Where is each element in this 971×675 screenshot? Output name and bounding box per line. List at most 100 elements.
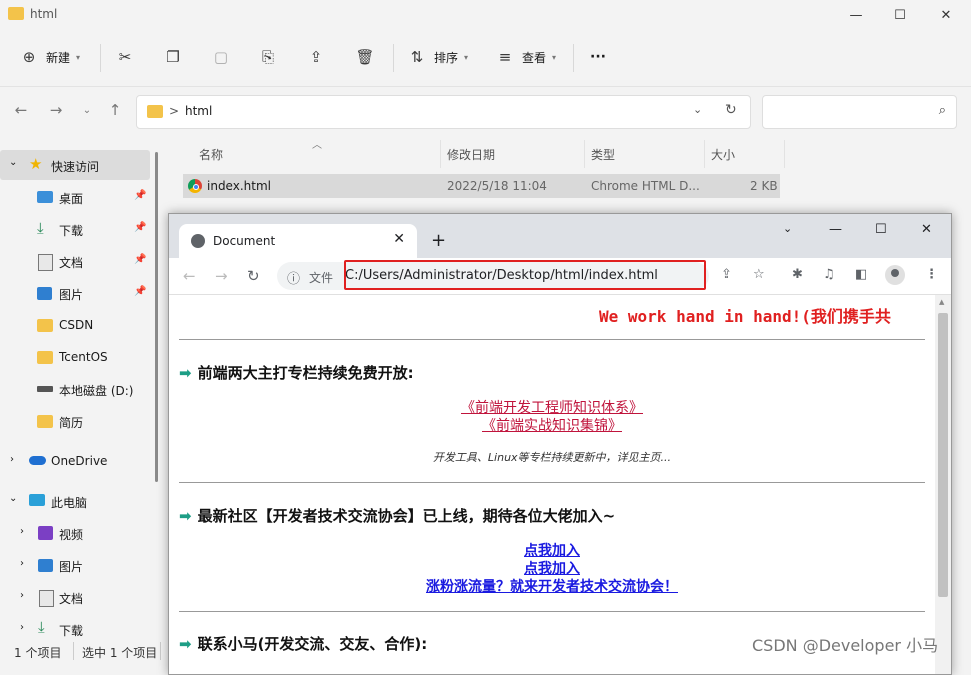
section-heading-columns: ➡ 前端两大主打专栏持续免费开放:: [179, 362, 414, 383]
sidebar-item-pc-documents[interactable]: › 文档: [0, 582, 150, 612]
chrome-close-button[interactable]: ✕: [921, 222, 932, 237]
sidebar-item-quick-access[interactable]: ⌄ ★ 快速访问: [0, 150, 150, 180]
sidebar-item-desktop[interactable]: 桌面 📌: [37, 182, 152, 212]
share-icon[interactable]: ⇪: [721, 267, 732, 282]
menu-icon[interactable]: ⋮: [925, 267, 938, 282]
chevron-right-icon: ›: [10, 454, 14, 465]
search-input[interactable]: ⌕: [762, 95, 957, 129]
url-highlight-box: [344, 260, 706, 290]
side-panel-icon[interactable]: ◧: [855, 267, 867, 282]
paste-icon: ▢: [213, 48, 229, 66]
up-icon[interactable]: ↑: [104, 99, 126, 121]
sidebar-item-downloads[interactable]: ⤓ 下载 📌: [37, 214, 152, 244]
share-button[interactable]: ⇪: [305, 44, 327, 70]
back-icon[interactable]: ←: [10, 99, 32, 121]
info-icon[interactable]: ⓘ: [287, 268, 300, 287]
recent-chevron-icon[interactable]: ⌄: [76, 99, 98, 121]
status-divider: [160, 642, 161, 660]
sidebar-item-csdn[interactable]: CSDN: [37, 310, 152, 340]
column-note: 开发工具、Linux等专栏持续更新中，详见主页...: [432, 451, 672, 464]
page-scrollbar[interactable]: ▲: [935, 295, 951, 674]
divider: [179, 611, 925, 612]
close-button[interactable]: ✕: [923, 0, 969, 30]
chevron-down-icon: ▾: [464, 52, 469, 62]
media-icon[interactable]: ♫: [823, 267, 835, 282]
sort-button[interactable]: ⇅ 排序 ▾: [406, 44, 468, 70]
more-button[interactable]: ···: [590, 44, 606, 70]
arrow-right-icon: ➡: [179, 635, 192, 653]
paste-button[interactable]: ▢: [210, 44, 232, 70]
folder-icon: [37, 415, 53, 428]
sidebar-item-videos[interactable]: › 视频: [0, 518, 150, 548]
link-community[interactable]: 涨粉涨流量？就来开发者技术交流协会！: [169, 576, 935, 596]
divider: [179, 482, 925, 483]
column-header-name[interactable]: 名称: [199, 143, 223, 165]
sidebar-item-label: CSDN: [59, 318, 94, 332]
tab-document[interactable]: Document ✕: [179, 224, 417, 258]
cut-button[interactable]: ✂: [114, 44, 136, 70]
chevron-right-icon: ›: [20, 622, 24, 633]
share-icon: ⇪: [309, 48, 323, 66]
sidebar-item-label: 简历: [59, 416, 84, 430]
breadcrumb-current[interactable]: html: [185, 104, 212, 118]
arrow-right-icon: ➡: [179, 364, 192, 382]
rename-button[interactable]: ⎘: [257, 44, 279, 70]
copy-button[interactable]: ❐: [162, 44, 184, 70]
refresh-icon[interactable]: ↻: [725, 102, 737, 118]
sidebar-item-label: 下载: [59, 624, 84, 638]
scissors-icon: ✂: [118, 48, 132, 66]
chrome-tab-strip: Document ✕ + ⌄ — ☐ ✕: [169, 214, 951, 258]
chrome-minimize-button[interactable]: —: [829, 222, 842, 237]
sort-label: 排序: [434, 50, 459, 65]
scroll-up-icon[interactable]: ▲: [939, 298, 944, 306]
bookmark-star-icon[interactable]: ☆: [753, 267, 765, 282]
delete-button[interactable]: 🗑: [354, 44, 376, 70]
chevron-down-icon[interactable]: ⌄: [693, 103, 702, 116]
new-tab-button[interactable]: +: [431, 230, 446, 251]
sidebar-item-drive-d[interactable]: 本地磁盘 (D:): [37, 374, 152, 404]
new-button[interactable]: ⊕ 新建 ▾: [18, 44, 80, 70]
link-join-2[interactable]: 点我加入: [169, 558, 935, 578]
file-modified: 2022/5/18 11:04: [447, 179, 547, 193]
close-tab-icon[interactable]: ✕: [393, 231, 405, 247]
tab-search-icon[interactable]: ⌄: [783, 222, 792, 235]
column-header-modified[interactable]: 修改日期: [447, 143, 495, 165]
link-frontend-system[interactable]: 《前端开发工程师知识体系》: [169, 397, 935, 417]
view-button[interactable]: ≡ 查看 ▾: [494, 44, 556, 70]
link-frontend-practice[interactable]: 《前端实战知识集锦》: [169, 415, 935, 435]
sidebar-item-pc-downloads[interactable]: › ⤓ 下载: [0, 614, 150, 640]
toolbar-divider: [100, 44, 101, 72]
view-label: 查看: [522, 50, 547, 65]
column-header-size[interactable]: 大小: [711, 143, 735, 165]
scrollbar-thumb[interactable]: [938, 313, 948, 597]
sidebar-scrollbar[interactable]: [155, 152, 158, 482]
pin-icon: 📌: [134, 254, 147, 265]
globe-icon: [191, 234, 205, 248]
link-join-1[interactable]: 点我加入: [169, 540, 935, 560]
sidebar-item-pc-pictures[interactable]: › 图片: [0, 550, 150, 580]
sidebar-item-tcentos[interactable]: TcentOS: [37, 342, 152, 372]
file-row[interactable]: index.html 2022/5/18 11:04 Chrome HTML D…: [183, 174, 780, 198]
sidebar-item-onedrive[interactable]: › OneDrive: [0, 446, 150, 476]
picture-icon: [38, 559, 53, 572]
sidebar-item-label: 本地磁盘 (D:): [59, 384, 134, 398]
sidebar-item-this-pc[interactable]: ⌄ 此电脑: [0, 486, 150, 516]
sidebar-item-resume[interactable]: 简历: [37, 406, 152, 436]
address-bar[interactable]: > html ⌄ ↻: [136, 95, 751, 129]
sidebar-item-pictures[interactable]: 图片 📌: [37, 278, 152, 308]
avatar[interactable]: [885, 265, 905, 285]
folder-icon: [8, 7, 24, 20]
sidebar-item-documents[interactable]: 文档 📌: [37, 246, 152, 276]
chrome-maximize-button[interactable]: ☐: [875, 222, 887, 237]
minimize-button[interactable]: —: [833, 0, 879, 30]
computer-icon: [29, 494, 45, 506]
forward-icon[interactable]: →: [215, 267, 228, 285]
reload-icon[interactable]: ↻: [247, 267, 260, 285]
column-header-type[interactable]: 类型: [591, 143, 615, 165]
forward-icon[interactable]: →: [45, 99, 67, 121]
heading-text: 最新社区【开发者技术交流协会】已上线，期待各位大佬加入~: [197, 507, 616, 525]
extensions-icon[interactable]: ✱: [792, 267, 803, 282]
download-icon: ⤓: [38, 618, 45, 636]
maximize-button[interactable]: ☐: [877, 0, 923, 30]
back-icon[interactable]: ←: [183, 267, 196, 285]
